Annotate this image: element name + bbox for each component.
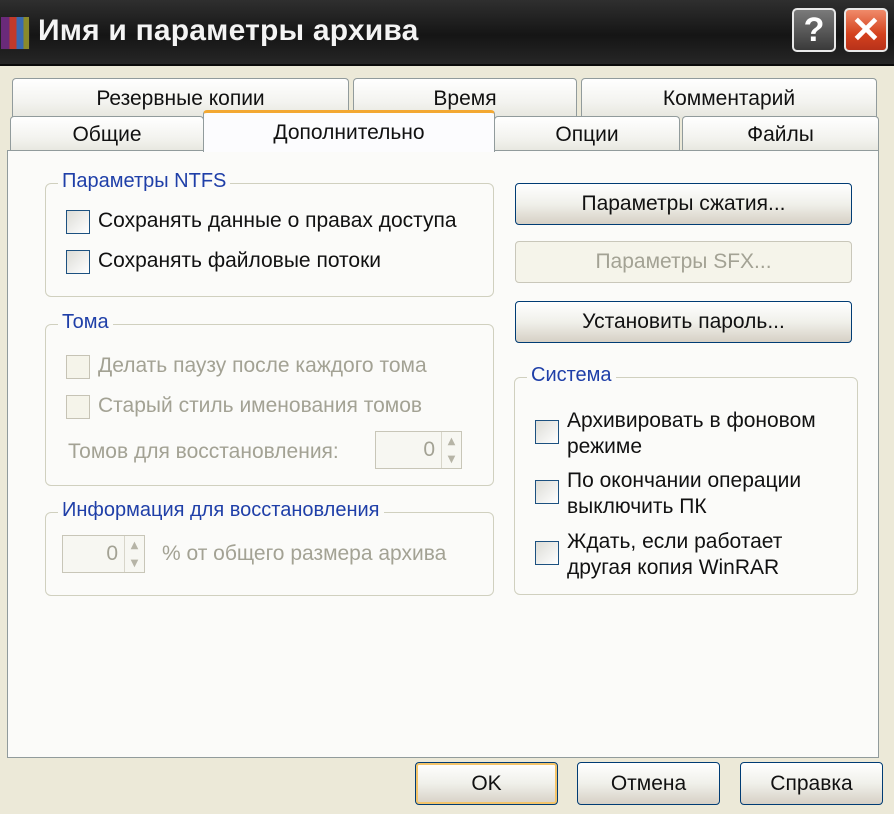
spin-down-icon[interactable]: ▼ (125, 554, 144, 572)
tab-panel-advanced: Параметры NTFS Сохранять данные о правах… (7, 150, 879, 758)
recovery-volumes-label: Томов для восстановления: (68, 440, 339, 463)
recovery-percent-spinner[interactable]: 0 ▲ ▼ (62, 535, 145, 573)
system-group-title: Система (527, 364, 616, 387)
old-naming-style-checkbox[interactable] (66, 395, 90, 419)
spin-up-icon[interactable]: ▲ (442, 432, 461, 450)
background-archive-checkbox[interactable] (535, 420, 559, 444)
spin-up-icon[interactable]: ▲ (125, 536, 144, 554)
pause-after-volume-option[interactable]: Делать паузу после каждого тома (66, 353, 427, 379)
ok-button[interactable]: OK (415, 762, 558, 805)
recovery-info-group: Информация для восстановления 0 ▲ ▼ % от… (45, 499, 494, 596)
ntfs-group: Параметры NTFS Сохранять данные о правах… (45, 170, 494, 297)
recovery-volumes-value[interactable]: 0 (376, 438, 441, 462)
recovery-volumes-arrows[interactable]: ▲ ▼ (441, 432, 461, 468)
wait-other-copy-option[interactable]: Ждать, если работает другая копия WinRAR (535, 529, 845, 581)
wait-other-copy-checkbox[interactable] (535, 541, 559, 565)
save-access-rights-label: Сохранять данные о правах доступа (98, 209, 457, 232)
shutdown-checkbox[interactable] (535, 480, 559, 504)
pause-after-volume-label: Делать паузу после каждого тома (98, 354, 427, 377)
title-bar: Имя и параметры архива ? ✕ (0, 0, 894, 66)
tab-options[interactable]: Опции (494, 116, 680, 152)
winrar-icon (0, 16, 30, 50)
tab-advanced[interactable]: Дополнительно (203, 110, 495, 152)
shutdown-label: По окончании операции выключить ПК (567, 469, 802, 518)
volumes-group: Тома Делать паузу после каждого тома Ста… (45, 311, 494, 486)
close-button[interactable]: ✕ (844, 8, 888, 52)
tab-files[interactable]: Файлы (682, 116, 879, 152)
tab-general[interactable]: Общие (10, 116, 204, 152)
system-group: Система Архивировать в фоновом режиме По… (514, 364, 858, 595)
old-naming-style-option[interactable]: Старый стиль именования томов (66, 393, 422, 419)
help-button[interactable]: Справка (740, 762, 883, 805)
background-archive-label: Архивировать в фоновом режиме (567, 409, 816, 458)
spin-down-icon[interactable]: ▼ (442, 450, 461, 468)
recovery-percent-suffix: % от общего размера архива (162, 542, 447, 565)
save-streams-checkbox[interactable] (66, 250, 90, 274)
wait-other-copy-label: Ждать, если работает другая копия WinRAR (567, 530, 783, 579)
pause-after-volume-checkbox[interactable] (66, 355, 90, 379)
save-access-rights-option[interactable]: Сохранять данные о правах доступа (66, 208, 457, 234)
ntfs-group-title: Параметры NTFS (58, 170, 231, 193)
compression-params-button[interactable]: Параметры сжатия... (515, 183, 852, 225)
save-streams-label: Сохранять файловые потоки (98, 249, 382, 272)
save-streams-option[interactable]: Сохранять файловые потоки (66, 248, 381, 274)
sfx-params-button[interactable]: Параметры SFX... (515, 241, 852, 283)
old-naming-style-label: Старый стиль именования томов (98, 394, 423, 417)
tab-strip: Резервные копии Время Комментарий Общие … (0, 66, 894, 156)
save-access-rights-checkbox[interactable] (66, 210, 90, 234)
recovery-percent-value[interactable]: 0 (63, 542, 124, 566)
help-title-button[interactable]: ? (792, 8, 836, 52)
recovery-percent-arrows[interactable]: ▲ ▼ (124, 536, 144, 572)
cancel-button[interactable]: Отмена (577, 762, 720, 805)
shutdown-option[interactable]: По окончании операции выключить ПК (535, 468, 845, 520)
background-archive-option[interactable]: Архивировать в фоновом режиме (535, 408, 845, 460)
tab-comment[interactable]: Комментарий (581, 78, 877, 118)
recovery-info-group-title: Информация для восстановления (58, 499, 384, 522)
volumes-group-title: Тома (58, 311, 113, 334)
recovery-volumes-spinner[interactable]: 0 ▲ ▼ (375, 431, 462, 469)
set-password-button[interactable]: Установить пароль... (515, 301, 852, 343)
window-title: Имя и параметры архива (38, 14, 419, 47)
